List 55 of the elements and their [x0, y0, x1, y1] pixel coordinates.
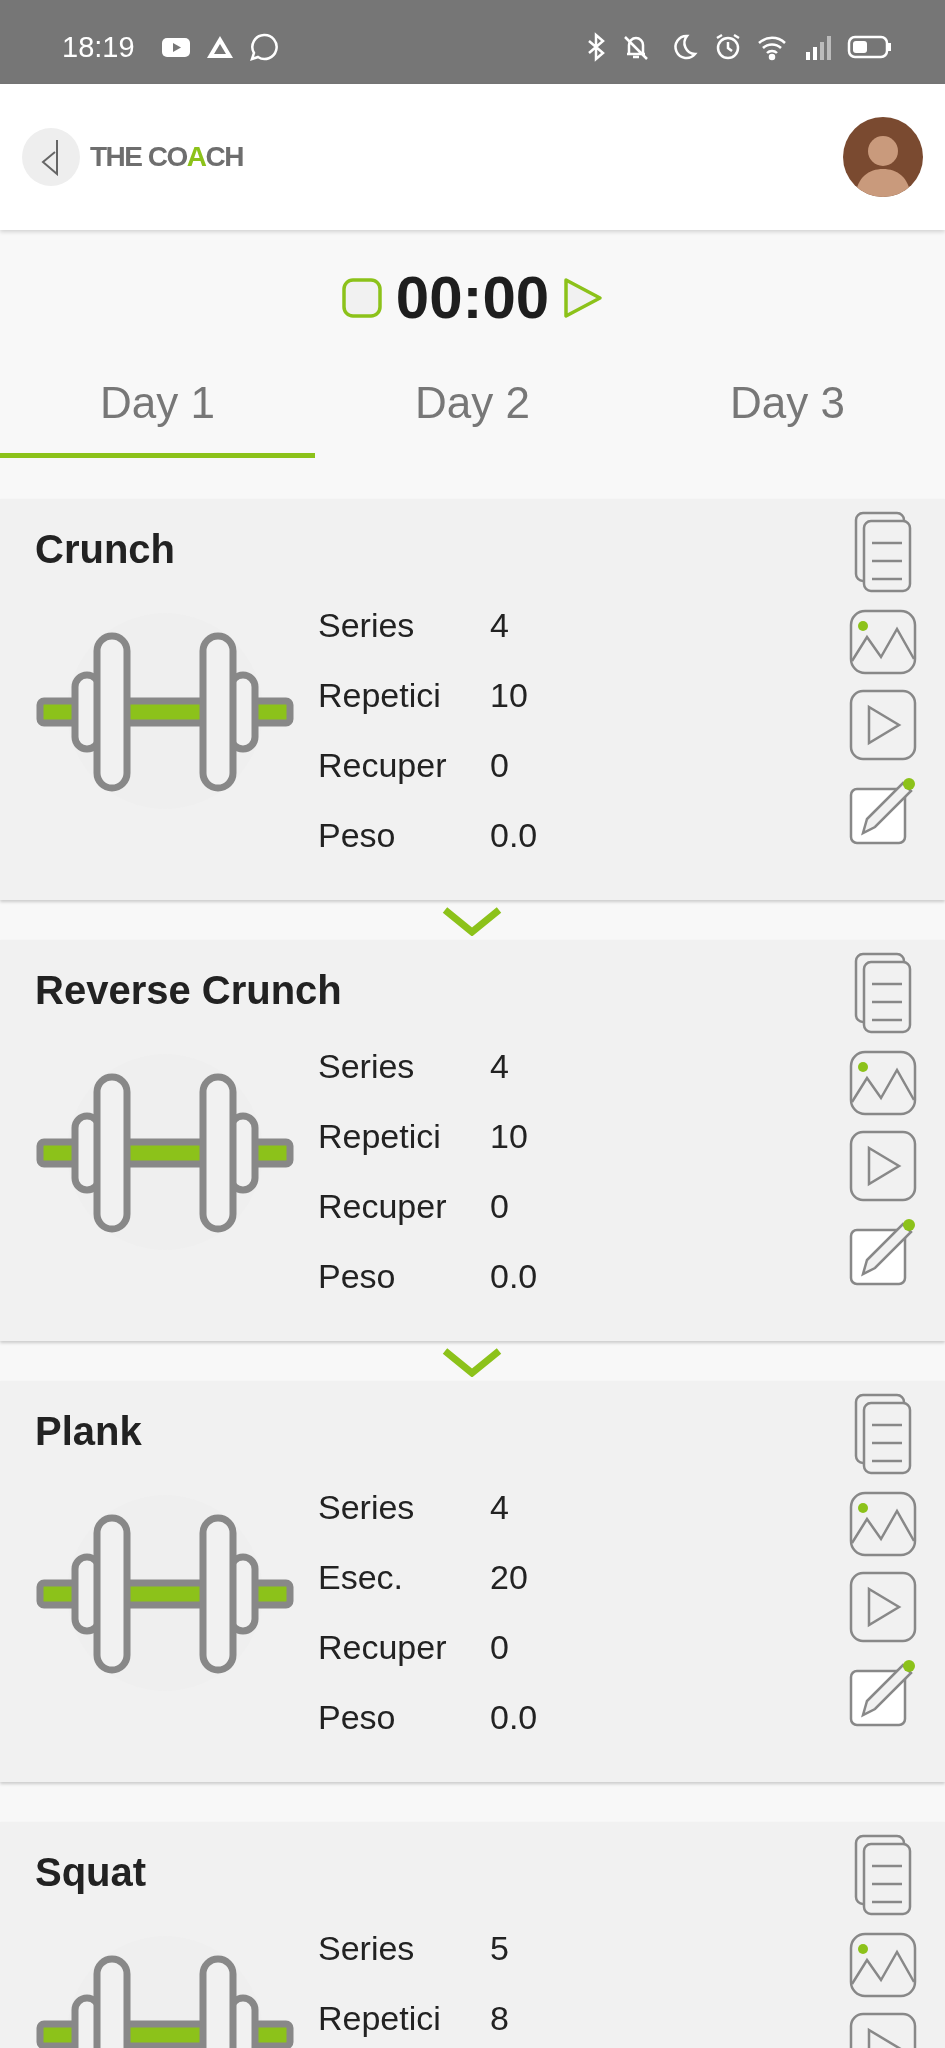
stat-value: 4 — [490, 607, 510, 645]
stop-button[interactable] — [341, 277, 382, 318]
exercise-title: Reverse Crunch — [35, 968, 343, 1014]
stat-label: Esec. — [318, 1559, 405, 1597]
play-button[interactable] — [563, 276, 604, 319]
exercise-title: Squat — [35, 1850, 148, 1896]
stat-value: 8 — [490, 2000, 509, 2038]
image-icon[interactable] — [849, 1491, 917, 1557]
timer-display: 00:00 — [395, 263, 550, 332]
exercise-title: Plank — [35, 1409, 143, 1455]
stat-value: 0 — [490, 1629, 510, 1667]
edit-icon[interactable] — [849, 775, 917, 845]
stat-value: 5 — [490, 1930, 509, 1968]
stat-value: 0.0 — [490, 1699, 538, 1737]
play-button[interactable] — [849, 1571, 917, 1643]
stat-value: 0 — [490, 1188, 510, 1226]
stat-label: Series — [318, 607, 416, 645]
stat-label: Peso — [318, 817, 397, 855]
stat-value: 4 — [490, 1489, 510, 1527]
day-tab[interactable]: Day 3 — [630, 353, 945, 458]
image-icon[interactable] — [849, 1932, 917, 1998]
chat-bubble-icon — [248, 32, 279, 62]
edit-icon[interactable] — [849, 1657, 917, 1727]
day-tab[interactable]: Day 1 — [0, 353, 315, 458]
stat-label: Repetici — [318, 2000, 442, 2038]
stat-value: 10 — [490, 1118, 529, 1156]
stat-label: Repetici — [318, 677, 442, 715]
play-button[interactable] — [849, 689, 917, 761]
stat-label: Recuper — [318, 1629, 448, 1667]
copy-icon[interactable] — [852, 1834, 914, 1918]
stat-label: Peso — [318, 1258, 397, 1296]
stat-value: 0.0 — [490, 1258, 538, 1296]
copy-icon[interactable] — [852, 952, 914, 1036]
stat-label: Series — [318, 1489, 416, 1527]
stat-label: Recuper — [318, 1188, 448, 1226]
stat-label: Series — [318, 1048, 416, 1086]
edit-icon[interactable] — [849, 1216, 917, 1286]
stat-value: 10 — [490, 677, 529, 715]
stat-label: Peso — [318, 1699, 397, 1737]
copy-icon[interactable] — [852, 511, 914, 595]
image-icon[interactable] — [849, 609, 917, 675]
app-logo: THE COACH — [90, 141, 243, 173]
stat-value: 0 — [490, 747, 510, 785]
exercise-title: Crunch — [35, 527, 176, 573]
stat-label: Repetici — [318, 1118, 442, 1156]
status-time: 18:19 — [62, 30, 135, 64]
stat-label: Series — [318, 1930, 416, 1968]
copy-icon[interactable] — [852, 1393, 914, 1477]
stat-value: 20 — [490, 1559, 529, 1597]
stat-value: 4 — [490, 1048, 510, 1086]
play-button[interactable] — [849, 1130, 917, 1202]
stat-value: 0.0 — [490, 817, 538, 855]
day-tab[interactable]: Day 2 — [315, 353, 630, 458]
stat-label: Recuper — [318, 747, 448, 785]
image-icon[interactable] — [849, 1050, 917, 1116]
